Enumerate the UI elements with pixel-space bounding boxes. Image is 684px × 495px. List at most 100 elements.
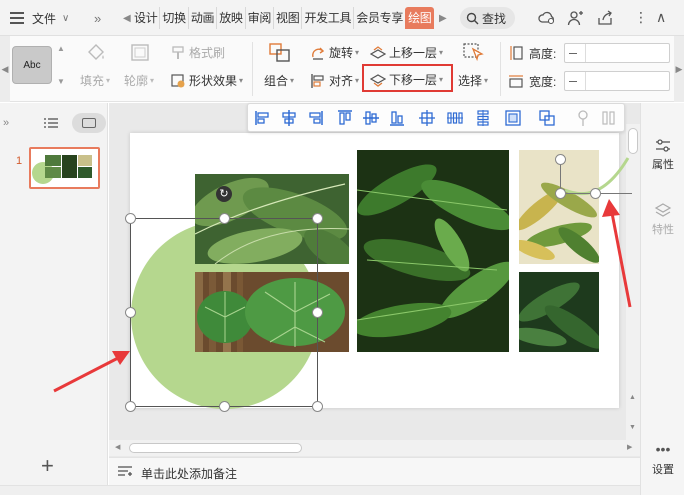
resize-handle-bottom[interactable] xyxy=(219,401,230,412)
tab-design[interactable]: 设计 xyxy=(132,7,159,29)
search-label: 查找 xyxy=(482,11,507,26)
ribbon-scroll-left-icon[interactable]: ◀ xyxy=(0,36,10,102)
group-objects-icon[interactable] xyxy=(538,109,556,127)
add-slide-icon[interactable]: + xyxy=(41,455,54,477)
rotate-handle-icon[interactable]: ↻ xyxy=(216,186,232,202)
fill-button[interactable]: 填充 ▾ xyxy=(80,72,110,89)
select-label: 选择 xyxy=(458,74,483,88)
resize-handle-top-right[interactable] xyxy=(312,213,323,224)
notes-bar[interactable]: 单击此处添加备注 xyxy=(109,457,640,485)
slide-number: 1 xyxy=(16,155,23,167)
slide-view-toggle[interactable] xyxy=(72,113,106,133)
hide-toolbar-icon[interactable] xyxy=(600,109,618,127)
select-cursor-icon xyxy=(463,43,484,62)
share-user-icon[interactable] xyxy=(566,9,584,27)
resize-handle-right[interactable] xyxy=(312,307,323,318)
distribute-horizontal-icon[interactable] xyxy=(446,109,464,127)
tab-transition[interactable]: 切换 xyxy=(159,7,187,29)
horizontal-scrollbar[interactable]: ◀ ▶ xyxy=(109,440,640,456)
align-center-icon[interactable] xyxy=(280,109,298,127)
selection-frame xyxy=(130,218,318,407)
resize-handle-bottom-right[interactable] xyxy=(312,401,323,412)
align-left-icon[interactable] xyxy=(254,109,272,127)
align-top-icon[interactable] xyxy=(336,109,354,127)
double-chevron-right-icon[interactable]: » xyxy=(94,0,101,36)
feature-label[interactable]: 特性 xyxy=(641,221,684,237)
format-brush-label: 格式刷 xyxy=(189,46,226,60)
hamburger-menu-icon[interactable] xyxy=(10,0,24,36)
property-label[interactable]: 属性 xyxy=(641,156,684,172)
rotate-label: 旋转 xyxy=(329,46,354,60)
style-gallery-scroll[interactable]: ▲ ▼ xyxy=(56,44,66,86)
align-middle-icon[interactable] xyxy=(362,109,380,127)
scroll-left-icon[interactable]: ◀ xyxy=(115,443,120,451)
cloud-sync-icon[interactable] xyxy=(538,9,556,27)
outline-icon xyxy=(131,44,149,61)
relative-to-slide-icon[interactable] xyxy=(504,109,522,127)
notes-icon xyxy=(118,466,132,476)
more-options-icon[interactable]: ⋮ xyxy=(634,8,648,26)
shape-style-preview[interactable]: Abc xyxy=(12,46,52,84)
pin-toolbar-icon[interactable] xyxy=(574,109,592,127)
notes-placeholder[interactable]: 单击此处添加备注 xyxy=(141,465,237,482)
bring-forward-label: 上移一层 xyxy=(389,46,438,60)
format-brush-button[interactable]: 格式刷 xyxy=(170,44,225,61)
group-button[interactable]: 组合 ▾ xyxy=(264,72,294,89)
tab-member[interactable]: 会员专享 xyxy=(353,7,405,29)
tabs-scroll-left-icon[interactable]: ◀ xyxy=(123,0,131,36)
ribbon-separator xyxy=(500,42,501,96)
select-button[interactable]: 选择 ▾ xyxy=(458,72,488,89)
task-pane: 属性 特性 ••• 设置 xyxy=(640,103,684,495)
outline-button[interactable]: 轮廓 ▾ xyxy=(124,72,154,89)
feature-icon[interactable] xyxy=(653,202,673,220)
fill-label: 填充 xyxy=(80,74,105,88)
align-bottom-icon[interactable] xyxy=(388,109,406,127)
tab-animation[interactable]: 动画 xyxy=(187,7,216,29)
distribute-vertical-icon[interactable] xyxy=(474,109,492,127)
fern-photo[interactable] xyxy=(357,150,509,352)
chevron-down-icon[interactable]: ∨ xyxy=(62,0,69,36)
group-icon xyxy=(269,43,290,62)
resize-handle-right-shape-top-left[interactable] xyxy=(555,154,566,165)
ribbon-scroll-right-icon[interactable]: ▶ xyxy=(674,36,684,102)
tabs-scroll-right-icon[interactable]: ▶ xyxy=(439,0,447,36)
ribbon-tabs: 设计 切换 动画 放映 审阅 视图 开发工具 会员专享 绘图 xyxy=(132,7,435,29)
collapse-pane-icon[interactable]: » xyxy=(3,117,9,129)
tab-drawing[interactable]: 绘图 xyxy=(405,7,435,29)
resize-handle-top-left[interactable] xyxy=(125,213,136,224)
resize-handle-bottom-left[interactable] xyxy=(125,401,136,412)
align-both-center-icon[interactable] xyxy=(418,109,436,127)
slides-pane: » 1 + xyxy=(0,103,108,495)
property-icon[interactable] xyxy=(653,137,673,155)
slide-thumbnail[interactable] xyxy=(29,147,100,189)
settings-more-icon[interactable]: ••• xyxy=(641,441,684,457)
bring-forward-button[interactable]: 上移一层 ▾ xyxy=(370,44,443,61)
scroll-up-icon[interactable]: ▲ xyxy=(629,394,636,401)
dark-leaf-photo[interactable] xyxy=(519,272,599,352)
bring-forward-icon xyxy=(370,45,386,59)
send-backward-highlight xyxy=(362,64,453,92)
export-share-icon[interactable] xyxy=(596,9,614,27)
search-button[interactable]: 查找 xyxy=(460,7,515,29)
align-right-icon[interactable] xyxy=(306,109,324,127)
scroll-right-icon[interactable]: ▶ xyxy=(627,443,632,451)
rotate-button[interactable]: 旋转 ▾ xyxy=(310,44,359,61)
tab-review[interactable]: 审阅 xyxy=(244,7,273,29)
resize-handle-top[interactable] xyxy=(219,213,230,224)
width-input[interactable] xyxy=(564,71,670,91)
tab-slideshow[interactable]: 放映 xyxy=(216,7,244,29)
scroll-down-icon[interactable]: ▼ xyxy=(629,424,636,431)
height-input[interactable] xyxy=(564,43,670,63)
collapse-ribbon-icon[interactable]: ∧ xyxy=(656,8,666,26)
resize-handle-right-shape-bottom-left[interactable] xyxy=(555,188,566,199)
resize-handle-left[interactable] xyxy=(125,307,136,318)
annotation-arrow-left xyxy=(53,351,130,393)
tab-developer[interactable]: 开发工具 xyxy=(301,7,353,29)
tab-view[interactable]: 视图 xyxy=(273,7,301,29)
file-menu[interactable]: 文件 xyxy=(32,0,56,36)
settings-label[interactable]: 设置 xyxy=(641,461,684,477)
align-button[interactable]: 对齐 ▾ xyxy=(310,72,359,89)
shape-effect-button[interactable]: 形状效果 ▾ xyxy=(170,72,243,89)
horizontal-scroll-thumb[interactable] xyxy=(129,443,302,453)
outline-view-icon[interactable] xyxy=(44,117,58,129)
